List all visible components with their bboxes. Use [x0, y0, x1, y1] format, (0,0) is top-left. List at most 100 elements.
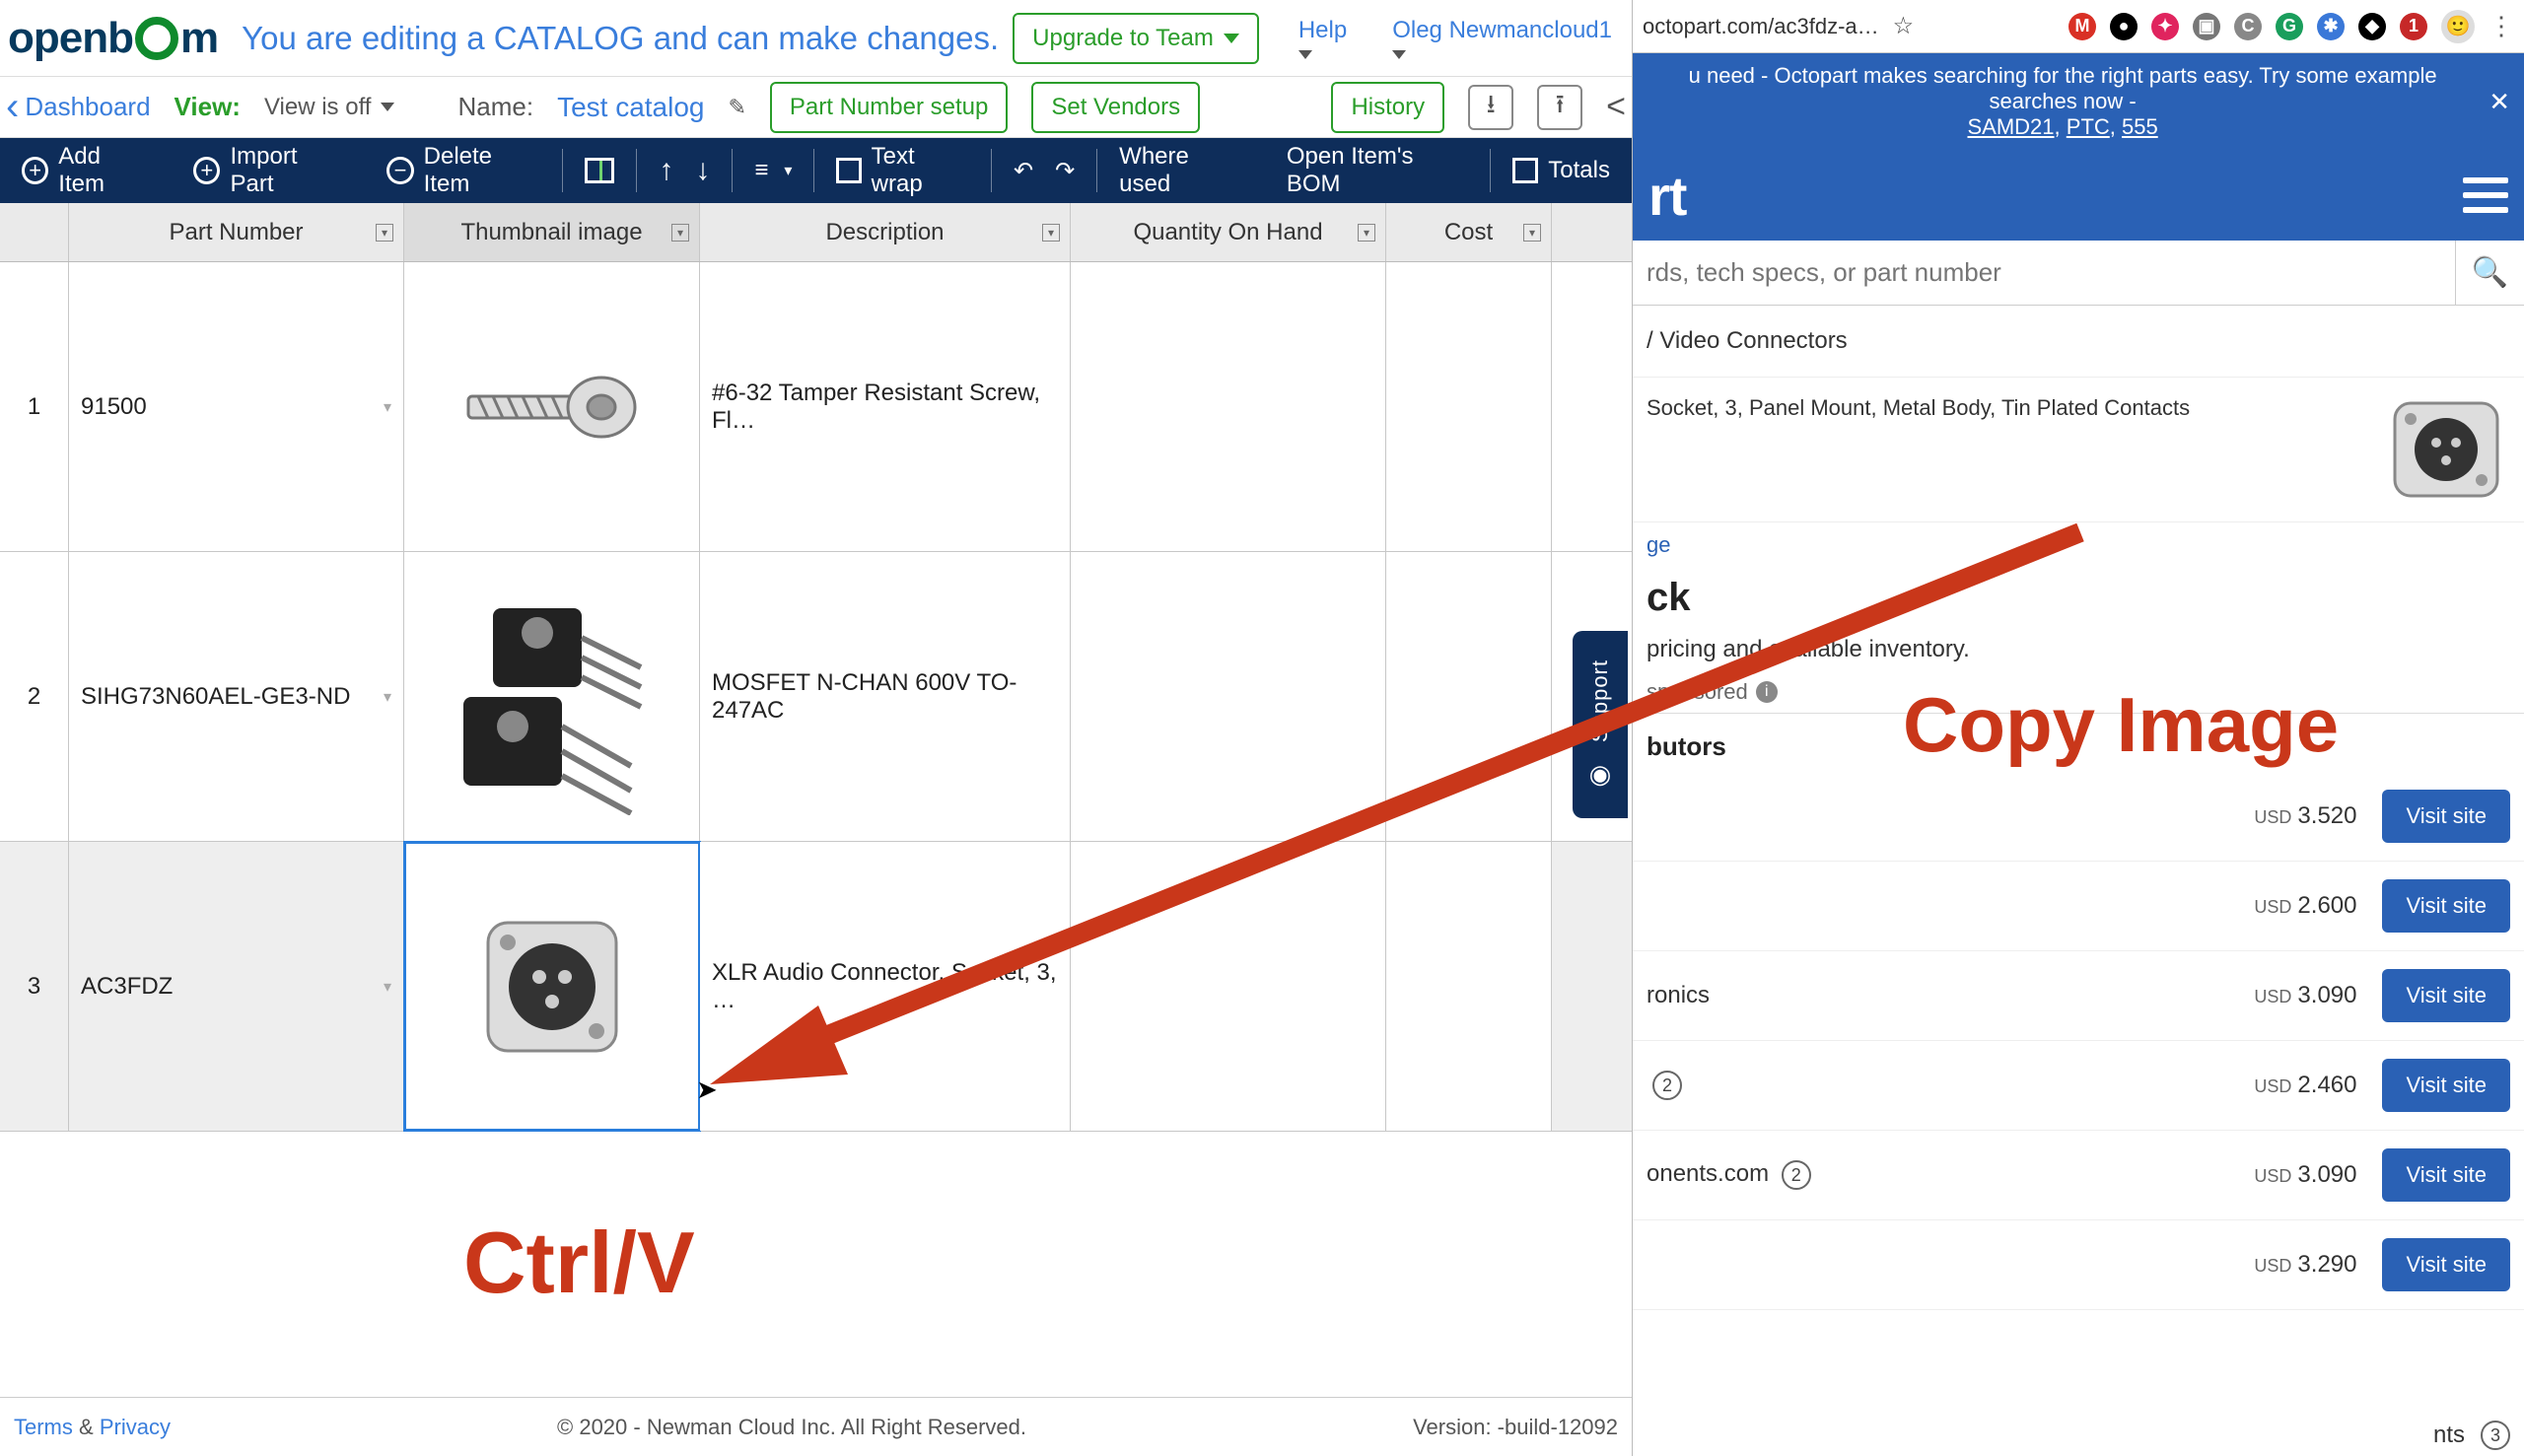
- table-row[interactable]: 2 SIHG73N60AEL-GE3-ND▾: [0, 552, 1632, 842]
- visit-site-button[interactable]: Visit site: [2382, 879, 2510, 933]
- search-icon[interactable]: 🔍: [2455, 241, 2524, 305]
- col-quantity[interactable]: Quantity On Hand ▾: [1071, 203, 1386, 261]
- col-part-number[interactable]: Part Number ▾: [69, 203, 404, 261]
- totals-toggle[interactable]: Totals: [1491, 138, 1632, 203]
- filter-icon[interactable]: ▾: [1042, 224, 1060, 242]
- gmail-icon[interactable]: M: [2068, 13, 2096, 40]
- extension-icon[interactable]: ✦: [2151, 13, 2179, 40]
- breadcrumb-fragment[interactable]: / Video Connectors: [1633, 306, 2524, 378]
- cell-description[interactable]: XLR Audio Connector, Socket, 3, …: [700, 842, 1071, 1131]
- part-thumbnail[interactable]: [2382, 395, 2510, 504]
- cell-cost[interactable]: [1386, 262, 1552, 551]
- help-menu[interactable]: Help: [1298, 17, 1347, 59]
- visit-site-button[interactable]: Visit site: [2382, 790, 2510, 843]
- close-icon[interactable]: ✕: [2489, 87, 2510, 117]
- cell-quantity[interactable]: [1071, 262, 1386, 551]
- upload-icon[interactable]: ⭱: [1537, 85, 1582, 130]
- filter-icon[interactable]: ▾: [376, 224, 393, 242]
- share-icon[interactable]: <: [1606, 88, 1626, 126]
- upgrade-button[interactable]: Upgrade to Team: [1013, 13, 1259, 64]
- extension-icon[interactable]: ▣: [2193, 13, 2220, 40]
- context-bar: Dashboard View: View is off Name: Test c…: [0, 77, 1632, 138]
- back-dashboard-link[interactable]: Dashboard: [6, 85, 151, 129]
- browser-menu-icon[interactable]: ⋮: [2489, 11, 2514, 41]
- col-label: Quantity On Hand: [1133, 219, 1322, 246]
- filter-icon[interactable]: ▾: [1523, 224, 1541, 242]
- support-tab[interactable]: Support ◉: [1573, 631, 1628, 818]
- cell-description[interactable]: #6-32 Tamper Resistant Screw, Fl…: [700, 262, 1071, 551]
- extension-icon[interactable]: 1: [2400, 13, 2427, 40]
- openbom-logo[interactable]: openb m: [8, 14, 218, 63]
- extension-icon[interactable]: ✱: [2317, 13, 2345, 40]
- cell-cost[interactable]: [1386, 842, 1552, 1131]
- banner-link[interactable]: PTC: [2067, 114, 2110, 139]
- banner-link[interactable]: SAMD21: [1967, 114, 2054, 139]
- privacy-link[interactable]: Privacy: [100, 1415, 171, 1439]
- extension-icon[interactable]: C: [2234, 13, 2262, 40]
- col-thumbnail[interactable]: Thumbnail image ▾: [404, 203, 700, 261]
- profile-avatar[interactable]: 🙂: [2441, 10, 2475, 43]
- extension-icon[interactable]: ●: [2110, 13, 2138, 40]
- import-part-button[interactable]: + Import Part: [172, 138, 365, 203]
- filter-icon[interactable]: ▾: [671, 224, 689, 242]
- undo-button[interactable]: ↶: [992, 138, 1055, 203]
- visit-site-button[interactable]: Visit site: [2382, 1148, 2510, 1202]
- headset-icon: ◉: [1589, 759, 1612, 790]
- open-item-bom-button[interactable]: Open Item's BOM: [1265, 138, 1490, 203]
- search-input[interactable]: [1633, 257, 2455, 288]
- part-number-setup-button[interactable]: Part Number setup: [770, 82, 1008, 133]
- cell-part-number[interactable]: SIHG73N60AEL-GE3-ND▾: [69, 552, 404, 841]
- redo-button[interactable]: ↷: [1055, 138, 1096, 203]
- cell-thumbnail[interactable]: [404, 552, 700, 841]
- pencil-icon[interactable]: ✎: [728, 95, 745, 120]
- where-used-button[interactable]: Where used: [1097, 138, 1265, 203]
- table-row[interactable]: 1 91500▾ #6-32 Tamper Resist: [0, 262, 1632, 552]
- distributor-name-fragment[interactable]: 2: [1647, 1071, 2254, 1101]
- chevron-down-icon: [1224, 34, 1239, 43]
- image-link-fragment[interactable]: ge: [1633, 522, 2524, 568]
- banner-link[interactable]: 555: [2122, 114, 2158, 139]
- move-up-button[interactable]: ↑: [637, 138, 695, 203]
- star-icon[interactable]: ☆: [1893, 12, 1915, 40]
- table-row[interactable]: 3 AC3FDZ▾ XLR Audio Connector, Socket, 3…: [0, 842, 1632, 1132]
- grid-body: 1 91500▾ #6-32 Tamper Resist: [0, 262, 1632, 1132]
- cell-quantity[interactable]: [1071, 552, 1386, 841]
- cell-description[interactable]: MOSFET N-CHAN 600V TO-247AC: [700, 552, 1071, 841]
- set-vendors-button[interactable]: Set Vendors: [1031, 82, 1200, 133]
- cell-thumbnail-selected[interactable]: [404, 842, 700, 1131]
- extension-icon[interactable]: ◆: [2358, 13, 2386, 40]
- chevron-down-icon[interactable]: ▾: [384, 397, 391, 417]
- distributor-name-fragment[interactable]: ronics: [1647, 982, 2254, 1009]
- view-dropdown[interactable]: View is off: [264, 94, 395, 121]
- visit-site-button[interactable]: Visit site: [2382, 969, 2510, 1022]
- visit-site-button[interactable]: Visit site: [2382, 1238, 2510, 1291]
- info-icon[interactable]: i: [1756, 681, 1778, 703]
- distributor-row: USD3.520Visit site: [1633, 772, 2524, 862]
- cell-thumbnail[interactable]: [404, 262, 700, 551]
- delete-item-button[interactable]: − Delete Item: [365, 138, 562, 203]
- part-description-fragment: Socket, 3, Panel Mount, Metal Body, Tin …: [1647, 395, 2362, 504]
- col-description[interactable]: Description ▾: [700, 203, 1071, 261]
- extension-icon[interactable]: G: [2276, 13, 2303, 40]
- add-item-button[interactable]: + Add Item: [0, 138, 172, 203]
- cell-part-number[interactable]: 91500▾: [69, 262, 404, 551]
- text-wrap-toggle[interactable]: Text wrap: [814, 138, 991, 203]
- history-button[interactable]: History: [1331, 82, 1444, 133]
- filter-icon[interactable]: ▾: [1358, 224, 1375, 242]
- cell-quantity[interactable]: [1071, 842, 1386, 1131]
- chevron-down-icon[interactable]: ▾: [384, 977, 391, 997]
- col-cost[interactable]: Cost ▾: [1386, 203, 1552, 261]
- address-bar[interactable]: octopart.com/ac3fdz-a…: [1643, 14, 1879, 39]
- hamburger-icon[interactable]: [2463, 177, 2508, 213]
- cell-cost[interactable]: [1386, 552, 1552, 841]
- visit-site-button[interactable]: Visit site: [2382, 1059, 2510, 1112]
- terms-link[interactable]: Terms: [14, 1415, 73, 1439]
- download-icon[interactable]: ⭳: [1468, 85, 1513, 130]
- table-layout-button[interactable]: [563, 138, 636, 203]
- cell-part-number[interactable]: AC3FDZ▾: [69, 842, 404, 1131]
- user-menu[interactable]: Oleg Newmancloud1: [1392, 17, 1612, 59]
- chevron-down-icon[interactable]: ▾: [384, 687, 391, 707]
- move-down-button[interactable]: ↓: [695, 138, 732, 203]
- distributor-name-fragment[interactable]: onents.com 2: [1647, 1160, 2254, 1191]
- align-button[interactable]: ≡▾: [733, 138, 813, 203]
